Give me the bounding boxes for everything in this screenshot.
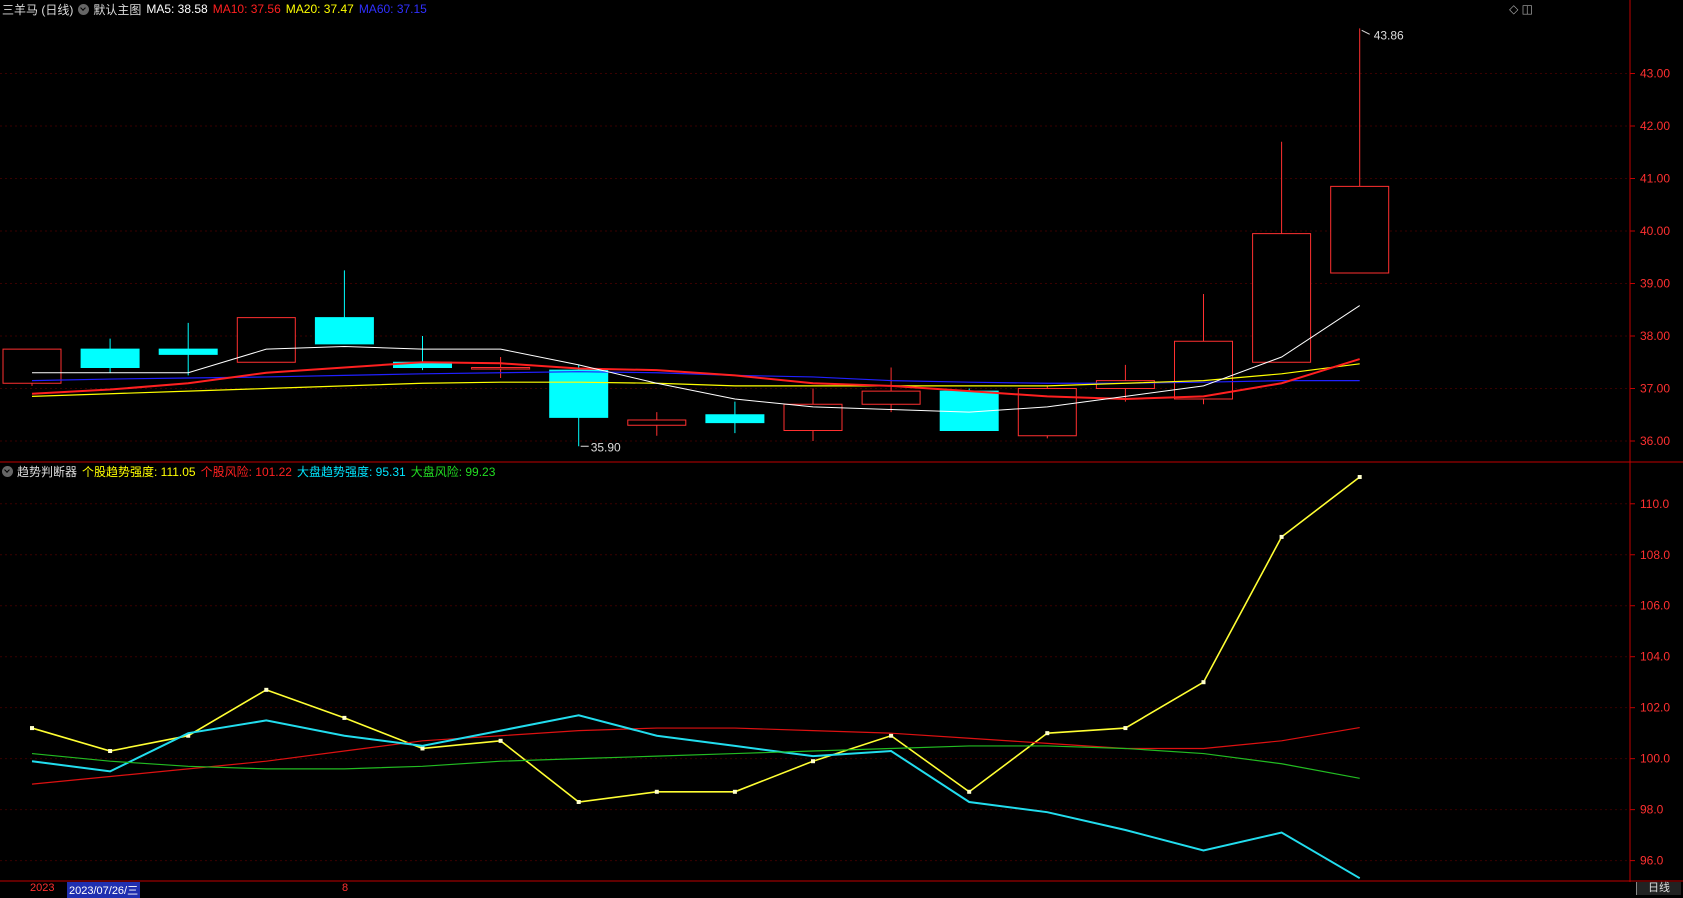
main-chart-header: 三羊马 (日线) 默认主图 MA5: 38.58 MA10: 37.56 MA2… bbox=[2, 1, 432, 17]
candle-body[interactable] bbox=[158, 348, 218, 355]
stock-trend-point bbox=[1201, 680, 1206, 685]
chevron-down-icon[interactable] bbox=[78, 3, 90, 15]
price-tick-label: 39.00 bbox=[1640, 277, 1670, 291]
price-tick-label: 37.00 bbox=[1640, 382, 1670, 396]
candle-body[interactable] bbox=[1174, 340, 1233, 400]
high-price-label: 43.86 bbox=[1374, 28, 1404, 42]
indicator-name[interactable]: 趋势判断器 bbox=[17, 463, 77, 480]
market-trend-label: 大盘趋势强度: 95.31 bbox=[296, 464, 406, 479]
candle-body[interactable] bbox=[861, 390, 921, 405]
market-risk-label: 大盘风险: 99.23 bbox=[410, 464, 496, 479]
indicator-header: 趋势判断器 个股趋势强度: 111.05 个股风险: 101.22 大盘趋势强度… bbox=[2, 463, 500, 479]
stock-trend-point bbox=[420, 746, 425, 751]
market-trend-line bbox=[31, 714, 1361, 880]
candle-body[interactable] bbox=[471, 367, 531, 370]
ma60-label: MA60: 37.15 bbox=[358, 2, 427, 16]
candle-body[interactable] bbox=[1095, 380, 1155, 389]
indicator-tick-label: 104.0 bbox=[1640, 650, 1670, 664]
stock-trend-line bbox=[31, 476, 1361, 803]
low-price-label: 35.90 bbox=[591, 440, 621, 454]
ma10-label: MA10: 37.56 bbox=[212, 2, 281, 16]
ma5-label: MA5: 38.58 bbox=[146, 2, 208, 16]
stock-trend-point bbox=[889, 733, 894, 738]
stock-trend-label: 个股趋势强度: 111.05 bbox=[82, 464, 196, 479]
chart-canvas[interactable]: 36.00 37.00 38.00 39.00 40.00 41.00 42.00 43.00… bbox=[0, 0, 1683, 895]
candle-body[interactable] bbox=[314, 317, 374, 345]
stock-trend-point bbox=[30, 726, 34, 731]
chevron-down-icon[interactable] bbox=[2, 465, 13, 477]
ma20-label: MA20: 37.47 bbox=[285, 2, 354, 16]
candle-body[interactable] bbox=[783, 403, 843, 431]
stock-trend-point bbox=[1045, 731, 1050, 736]
stock-trend-point bbox=[342, 715, 347, 720]
stock-trend-point bbox=[576, 799, 581, 804]
candle-body[interactable] bbox=[1252, 233, 1312, 363]
stock-trend-point bbox=[108, 749, 113, 754]
window-toggle-icons[interactable]: ◇ ◫ bbox=[1509, 2, 1533, 16]
indicator-tick-label: 110.0 bbox=[1640, 497, 1669, 511]
indicator-tick-label: 98.0 bbox=[1640, 803, 1664, 817]
indicator-tick-label: 100.0 bbox=[1640, 752, 1670, 766]
stock-trend-point bbox=[1279, 534, 1284, 539]
stock-trend-point bbox=[1123, 726, 1128, 731]
candle-body[interactable] bbox=[80, 348, 140, 368]
stock-trend-point bbox=[1357, 475, 1362, 480]
indicator-tick-label: 108.0 bbox=[1640, 548, 1670, 562]
price-tick-label: 43.00 bbox=[1640, 67, 1670, 81]
price-tick-label: 41.00 bbox=[1640, 172, 1670, 186]
candle-body[interactable] bbox=[549, 369, 609, 418]
candle-body[interactable] bbox=[1330, 185, 1390, 274]
candle-body[interactable] bbox=[627, 419, 687, 426]
date-label-start: 2023 bbox=[30, 882, 55, 894]
stock-risk-line bbox=[31, 726, 1360, 785]
stock-trend-point bbox=[967, 789, 972, 794]
price-tick-label: 40.00 bbox=[1640, 224, 1670, 238]
ma10-line bbox=[31, 358, 1360, 401]
price-tick-label: 38.00 bbox=[1640, 329, 1670, 343]
stock-risk-label: 个股风险: 101.22 bbox=[200, 464, 292, 479]
price-tick-label: 42.00 bbox=[1640, 119, 1670, 133]
indicator-tick-label: 106.0 bbox=[1640, 599, 1670, 613]
date-label-mid: 8 bbox=[342, 882, 349, 894]
market-risk-line bbox=[31, 745, 1360, 779]
stock-trend-point bbox=[811, 759, 815, 764]
stock-name[interactable]: 三羊马 (日线) bbox=[2, 1, 73, 18]
high-marker bbox=[1361, 29, 1370, 35]
stock-trend-point bbox=[732, 789, 737, 794]
template-label[interactable]: 默认主图 bbox=[93, 1, 141, 18]
price-tick-label: 36.00 bbox=[1640, 434, 1670, 448]
stock-trend-point bbox=[264, 687, 269, 692]
ma5-line bbox=[32, 305, 1360, 413]
indicator-tick-label: 102.0 bbox=[1640, 701, 1670, 715]
date-axis-bar: 2023 2023/07/26/三 8 日线 bbox=[0, 882, 1683, 898]
cursor-date-label: 2023/07/26/三 bbox=[67, 882, 141, 898]
candle-body[interactable] bbox=[2, 348, 62, 384]
stock-trend-point bbox=[498, 738, 503, 743]
stock-trend-point bbox=[654, 789, 659, 794]
candle-body[interactable] bbox=[705, 414, 765, 424]
indicator-tick-label: 96.0 bbox=[1640, 854, 1664, 868]
period-tab-daily[interactable]: 日线 bbox=[1636, 882, 1681, 895]
